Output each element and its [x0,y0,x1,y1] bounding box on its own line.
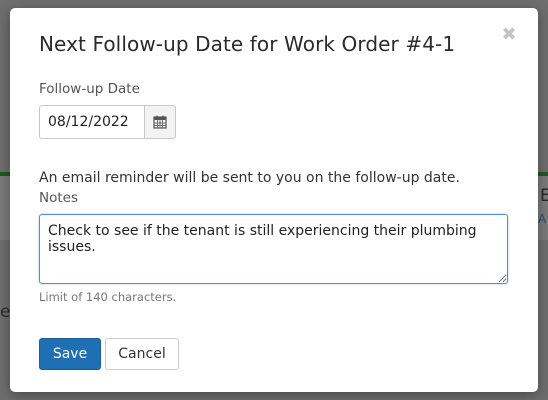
background-text-fragment: e [0,302,11,322]
reminder-text: An email reminder will be sent to you on… [39,170,460,186]
background-text-fragment: E [540,186,548,206]
notes-label: Notes [39,190,78,206]
calendar-button[interactable] [144,105,176,139]
close-icon[interactable]: ✖ [500,26,518,44]
notes-textarea[interactable]: Check to see if the tenant is still expe… [39,214,508,284]
cancel-button[interactable]: Cancel [105,338,179,370]
calendar-icon [153,115,167,129]
followup-date-label: Follow-up Date [39,81,140,97]
notes-character-limit-hint: Limit of 140 characters. [39,290,177,304]
follow-up-dialog: Next Follow-up Date for Work Order #4-1 … [10,8,538,392]
save-button[interactable]: Save [39,338,101,370]
dialog-title: Next Follow-up Date for Work Order #4-1 [39,32,456,56]
background-link-fragment: A [538,212,547,226]
followup-date-group [39,105,176,139]
followup-date-input[interactable] [39,105,144,139]
